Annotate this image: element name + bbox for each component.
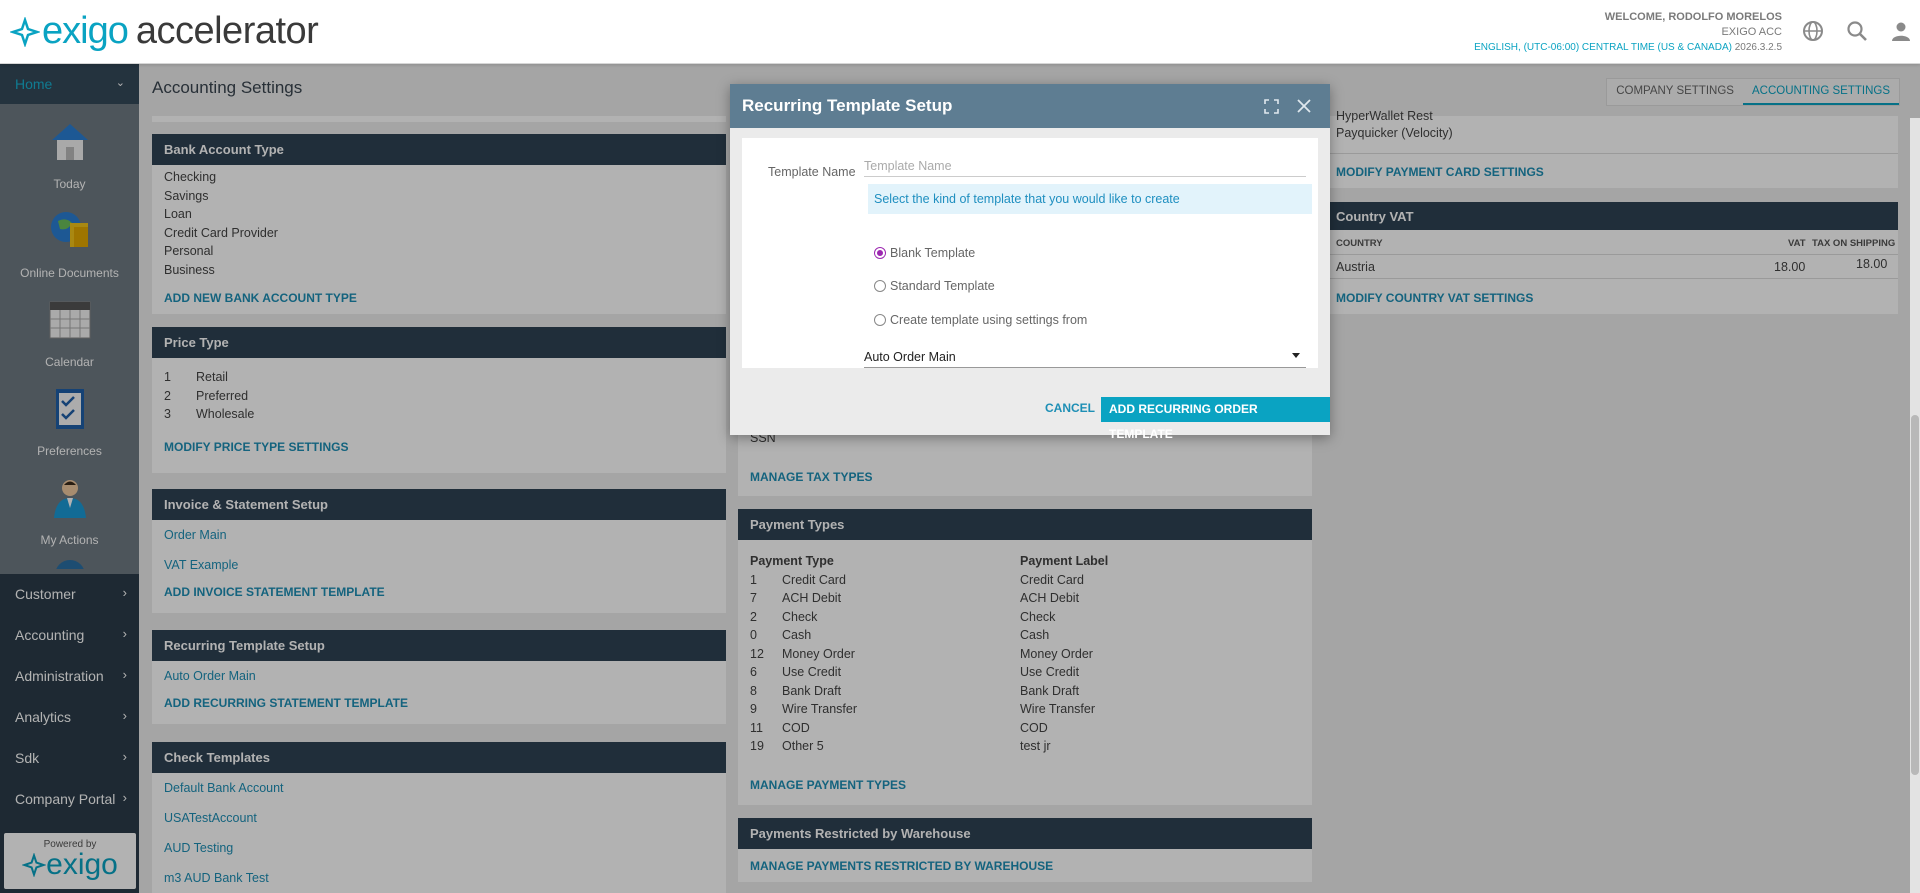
recurring-template-dialog: Recurring Template Setup Template Name S… [730,84,1330,441]
page-scrollbar-thumb[interactable] [1911,415,1919,775]
app-logo[interactable]: exigo accelerator [10,10,319,53]
option-copy-from-settings[interactable]: Create template using settings from [874,313,1087,327]
welcome-text: WELCOME, RODOLFO MORELOS [1604,11,1782,23]
radio-unchecked-icon[interactable] [874,280,886,292]
info-message: Select the kind of template that you wou… [868,184,1312,214]
app-header: exigo accelerator WELCOME, RODOLFO MOREL… [0,0,1920,64]
dialog-body: Template Name Select the kind of templat… [742,138,1318,368]
option-label: Blank Template [890,246,976,260]
template-name-label: Template Name [768,165,856,179]
locale-label: ENGLISH, (UTC-06:00) CENTRAL TIME (US & … [1474,42,1732,53]
cancel-button[interactable]: CANCEL [1045,401,1095,415]
exigo-mark-icon [10,16,40,47]
maximize-icon[interactable] [1264,99,1279,114]
dialog-footer: CANCEL ADD RECURRING ORDER TEMPLATE [730,384,1330,441]
logo-text-accelerator: accelerator [135,10,319,52]
select-value: Auto Order Main [864,350,956,364]
caret-down-icon [1292,353,1300,358]
logo-text-exigo: exigo [42,10,129,52]
company-name: EXIGO ACC [1721,26,1782,38]
option-label: Create template using settings from [890,313,1088,327]
radio-unchecked-icon[interactable] [874,314,886,326]
dialog-title: Recurring Template Setup [742,96,953,115]
user-info: WELCOME, RODOLFO MORELOS EXIGO ACC ENGLI… [1474,10,1782,55]
dialog-header: Recurring Template Setup [730,84,1330,128]
radio-checked-icon[interactable] [874,247,886,259]
close-icon[interactable] [1296,98,1312,114]
source-template-select[interactable]: Auto Order Main [864,346,1306,368]
template-name-input[interactable] [864,155,1306,177]
globe-icon[interactable] [1802,20,1824,42]
option-label: Standard Template [890,279,995,293]
add-recurring-order-template-button[interactable]: ADD RECURRING ORDER TEMPLATE [1101,397,1330,441]
locale-text[interactable]: ENGLISH, (UTC-06:00) CENTRAL TIME (US & … [1474,40,1782,55]
user-icon[interactable] [1890,20,1912,42]
option-standard-template[interactable]: Standard Template [874,279,995,293]
version-label: 2026.3.2.5 [1734,42,1782,53]
search-icon[interactable] [1846,20,1868,42]
option-blank-template[interactable]: Blank Template [874,246,975,260]
